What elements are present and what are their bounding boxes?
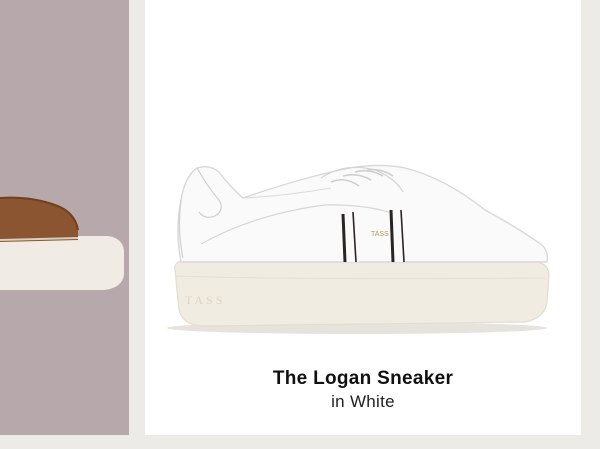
- product-card[interactable]: TASS TASS The Logan Sneaker in White: [145, 0, 581, 435]
- svg-text:TASS: TASS: [371, 231, 389, 238]
- product-color: in White: [331, 392, 395, 411]
- brown-sneaker-partial-image: [0, 196, 124, 290]
- adjacent-product-image[interactable]: [0, 0, 129, 435]
- white-sneaker-image: TASS TASS: [167, 164, 550, 334]
- product-title[interactable]: The Logan Sneaker: [145, 368, 581, 390]
- sole-brand-text: TASS: [185, 293, 225, 307]
